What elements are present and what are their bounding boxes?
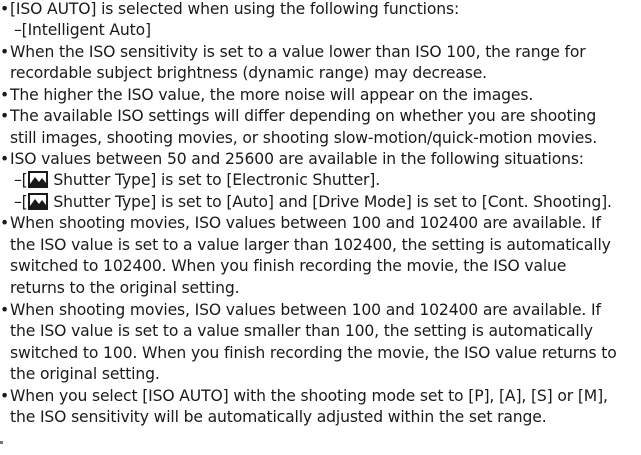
camera-still-image-icon — [27, 192, 48, 210]
bullet: • — [0, 42, 10, 61]
note-text: The available ISO settings will differ d… — [10, 107, 597, 125]
bullet: • — [0, 214, 10, 232]
note-text: The higher the ISO value, the more noise… — [10, 85, 534, 104]
bullet: • — [0, 107, 10, 125]
note-continuation: switched to 102400. When you finish reco… — [10, 257, 567, 275]
note-text: When the ISO sensitivity is set to a val… — [10, 42, 586, 61]
note-text: [ISO AUTO] is selected when using the fo… — [10, 0, 460, 18]
sub-note-line: –[ Shutter Type] is set to [Electronic S… — [14, 170, 380, 192]
note-line: •The available ISO settings will differ … — [0, 106, 596, 128]
bullet: • — [0, 300, 10, 319]
bullet: • — [0, 386, 10, 405]
camera-still-image-icon — [27, 171, 48, 188]
note-continuation: the ISO value is set to a value smaller … — [10, 322, 593, 340]
note-line: •When the ISO sensitivity is set to a va… — [0, 42, 586, 64]
note-continuation: switched to 100. When you finish recordi… — [10, 343, 617, 362]
sub-note-line: –[Intelligent Auto] — [14, 21, 151, 39]
bullet: • — [0, 150, 10, 168]
sub-note-text: Shutter Type] is set to [Auto] and [Driv… — [48, 192, 612, 211]
note-line: •When shooting movies, ISO values betwee… — [0, 300, 601, 322]
note-continuation: the ISO value is set to a value larger t… — [10, 235, 611, 254]
note-text: ISO values between 50 and 25600 are avai… — [10, 150, 584, 168]
note-text: When shooting movies, ISO values between… — [10, 300, 601, 319]
bullet: • — [0, 85, 10, 104]
note-line: •When shooting movies, ISO values betwee… — [0, 213, 601, 235]
sub-note-prefix: –[ — [14, 192, 28, 211]
note-continuation: recordable subject brightness (dynamic r… — [10, 64, 487, 82]
note-line: •[ISO AUTO] is selected when using the f… — [0, 0, 459, 21]
note-continuation: the ISO sensitivity will be automaticall… — [10, 408, 547, 426]
sub-note-prefix: –[ — [14, 171, 28, 189]
note-continuation: still images, shooting movies, or shooti… — [10, 128, 598, 147]
note-text: When shooting movies, ISO values between… — [10, 214, 601, 232]
note-text: When you select [ISO AUTO] with the shoo… — [10, 386, 608, 405]
note-line: •ISO values between 50 and 25600 are ava… — [0, 149, 584, 171]
sub-note-line: –[ Shutter Type] is set to [Auto] and [D… — [14, 192, 612, 214]
sub-note-text: Shutter Type] is set to [Electronic Shut… — [48, 171, 381, 189]
note-continuation: returns to the original setting. — [10, 278, 240, 297]
bullet: • — [0, 0, 10, 18]
note-line: •The higher the ISO value, the more nois… — [0, 85, 533, 107]
page-margin-mark — [0, 441, 3, 444]
note-continuation: the original setting. — [10, 365, 160, 383]
note-line: •When you select [ISO AUTO] with the sho… — [0, 386, 608, 408]
